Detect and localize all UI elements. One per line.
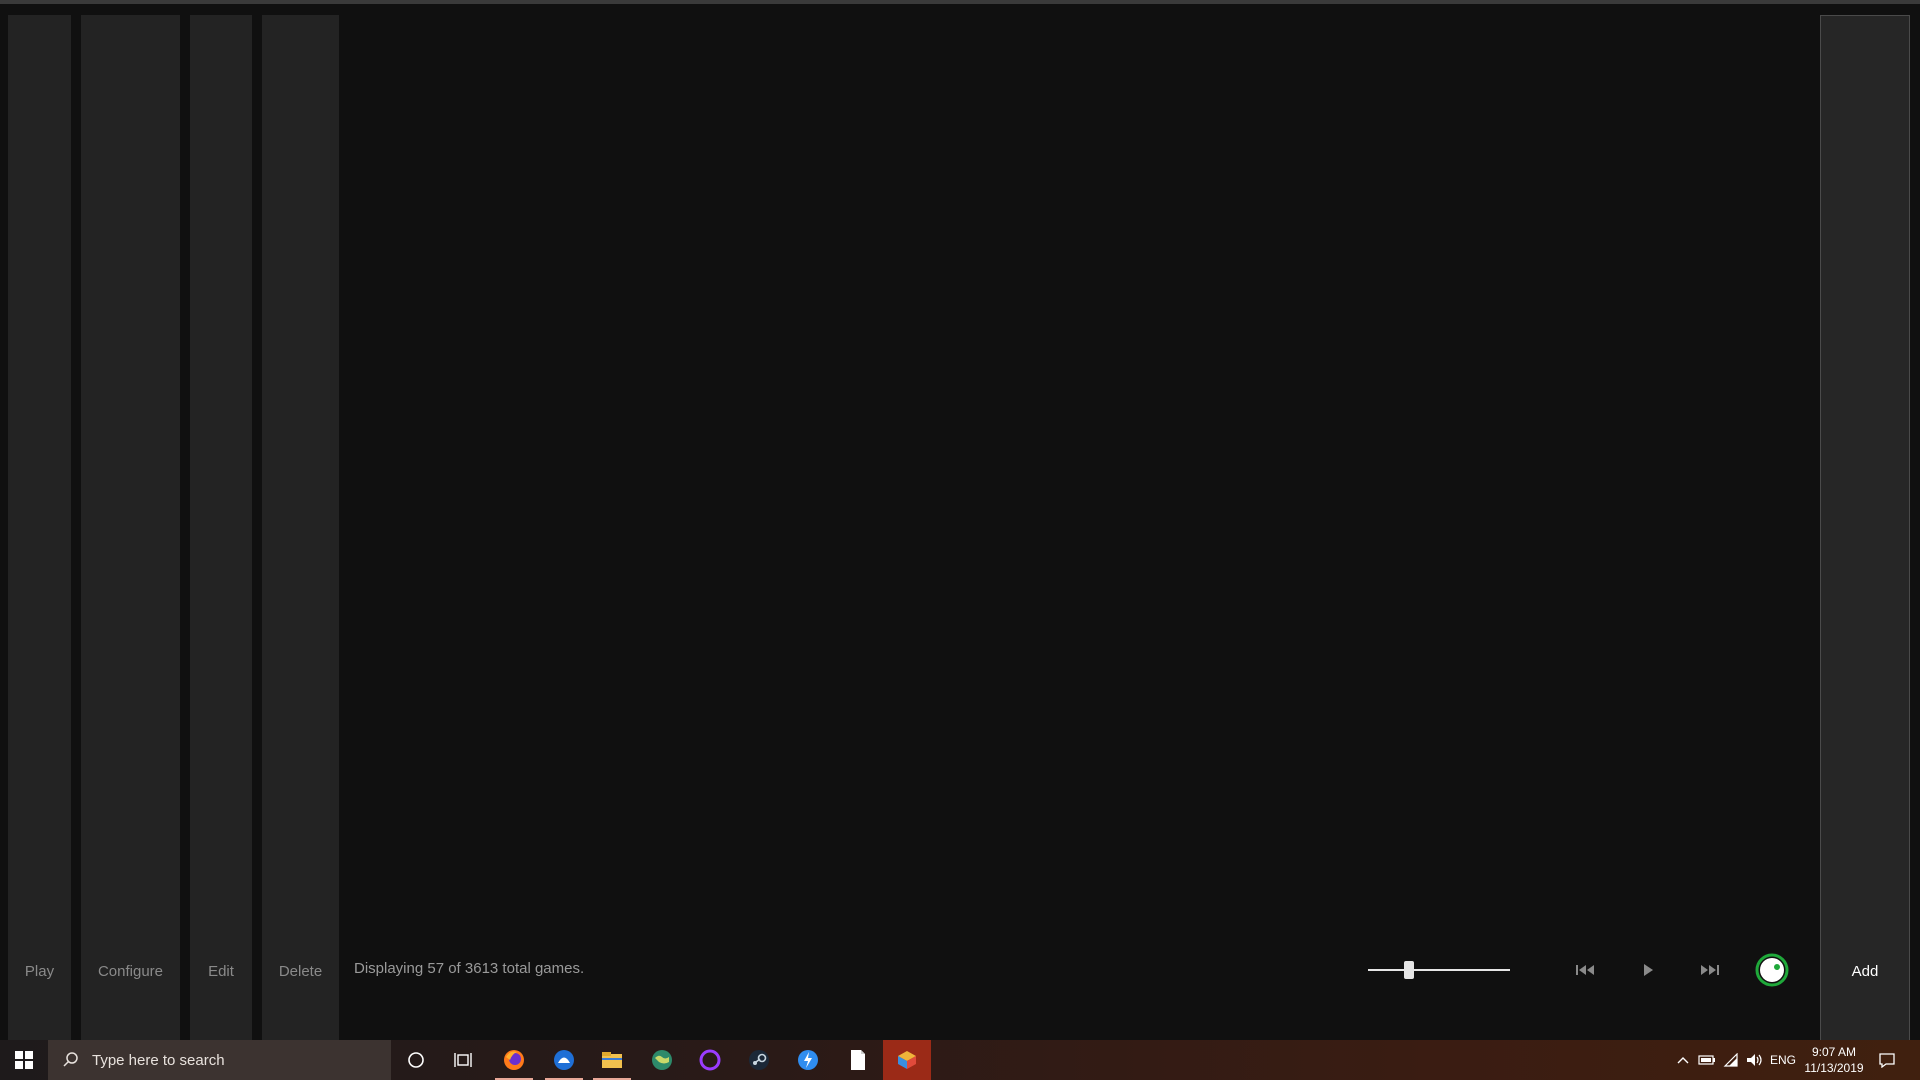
chevron-up-icon bbox=[1677, 1057, 1689, 1064]
search-icon bbox=[63, 1052, 78, 1067]
input-language-indicator[interactable]: ENG bbox=[1768, 1040, 1798, 1080]
play-pause-button[interactable] bbox=[1633, 958, 1663, 982]
cube-app-icon bbox=[898, 1051, 916, 1069]
add-button-label: Add bbox=[1851, 963, 1879, 980]
app-blue-icon bbox=[554, 1050, 574, 1070]
speaker-icon bbox=[1747, 1054, 1762, 1066]
slider-track bbox=[1368, 969, 1510, 971]
search-placeholder: Type here to search bbox=[92, 1051, 225, 1069]
slider-thumb[interactable] bbox=[1403, 961, 1414, 979]
zoom-slider[interactable] bbox=[1368, 958, 1510, 982]
clock-time: 9:07 AM bbox=[1811, 1045, 1857, 1059]
taskbar-clock[interactable]: 9:07 AM 11/13/2019 bbox=[1798, 1044, 1870, 1076]
show-hidden-icons-button[interactable] bbox=[1672, 1040, 1694, 1080]
firefox-icon bbox=[504, 1050, 524, 1070]
start-button[interactable] bbox=[0, 1040, 48, 1080]
windows-logo-icon bbox=[15, 1051, 33, 1069]
windows-taskbar: Type here to search ENG 9:07 AM 11/13/20… bbox=[0, 1040, 1920, 1080]
skip-previous-icon bbox=[1576, 965, 1594, 975]
configure-button-label: Configure bbox=[97, 963, 164, 980]
task-view-icon bbox=[454, 1053, 472, 1067]
games-count-status: Displaying 57 of 3613 total games. bbox=[354, 960, 585, 977]
clock-date: 11/13/2019 bbox=[1804, 1061, 1864, 1075]
previous-button[interactable] bbox=[1571, 958, 1601, 982]
file-explorer-icon bbox=[602, 1052, 622, 1068]
cortana-icon bbox=[408, 1052, 424, 1068]
task-view-button[interactable] bbox=[440, 1040, 486, 1080]
steam-icon bbox=[749, 1050, 769, 1070]
window-top-border bbox=[0, 0, 1920, 4]
ring-app-icon bbox=[699, 1049, 721, 1071]
wifi-icon bbox=[1723, 1053, 1738, 1067]
battery-icon bbox=[1698, 1055, 1715, 1065]
delete-button-label: Delete bbox=[278, 963, 323, 980]
messenger-icon bbox=[798, 1050, 818, 1070]
edit-button-label: Edit bbox=[208, 963, 234, 980]
taskbar-app-ring[interactable] bbox=[687, 1040, 733, 1080]
taskbar-app-document[interactable] bbox=[835, 1040, 881, 1080]
notification-icon bbox=[1879, 1053, 1895, 1068]
delete-button[interactable]: Delete bbox=[262, 15, 339, 1040]
network-button[interactable] bbox=[1720, 1040, 1742, 1080]
loading-spinner-icon[interactable] bbox=[1754, 952, 1790, 988]
next-button[interactable] bbox=[1694, 958, 1724, 982]
play-button[interactable]: Play bbox=[8, 15, 71, 1040]
cortana-button[interactable] bbox=[393, 1040, 439, 1080]
taskbar-app-steam[interactable] bbox=[736, 1040, 782, 1080]
taskbar-app-cube-active[interactable] bbox=[883, 1040, 931, 1080]
play-icon bbox=[1644, 964, 1653, 976]
configure-button[interactable]: Configure bbox=[81, 15, 180, 1040]
volume-button[interactable] bbox=[1743, 1040, 1767, 1080]
taskbar-app-firefox[interactable] bbox=[491, 1040, 537, 1080]
taskbar-app-blue[interactable] bbox=[541, 1040, 587, 1080]
taskbar-app-messenger[interactable] bbox=[785, 1040, 831, 1080]
taskbar-search-box[interactable]: Type here to search bbox=[48, 1040, 391, 1080]
taskbar-app-file-explorer[interactable] bbox=[589, 1040, 635, 1080]
play-button-label: Play bbox=[24, 963, 55, 980]
skip-next-icon bbox=[1701, 965, 1719, 975]
edit-button[interactable]: Edit bbox=[190, 15, 252, 1040]
add-button[interactable]: Add bbox=[1820, 15, 1910, 1040]
globe-app-icon bbox=[652, 1050, 672, 1070]
document-icon bbox=[851, 1050, 865, 1070]
action-center-button[interactable] bbox=[1872, 1040, 1902, 1080]
taskbar-app-globe[interactable] bbox=[639, 1040, 685, 1080]
battery-button[interactable] bbox=[1696, 1040, 1718, 1080]
